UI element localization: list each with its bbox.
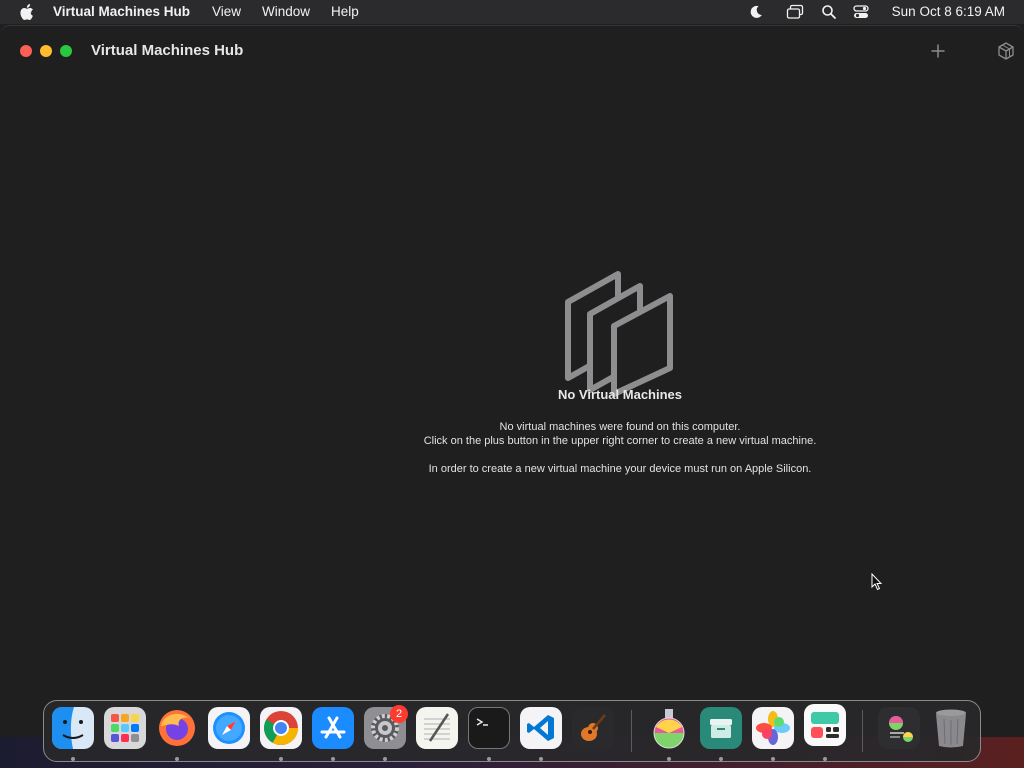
dock-trash[interactable] (930, 707, 972, 749)
running-indicator (331, 757, 335, 761)
virtual-machines-stack-icon (565, 271, 673, 397)
terminal-icon (476, 718, 488, 726)
menu-clock[interactable]: Sun Oct 8 6:19 AM (892, 4, 1005, 20)
empty-state-message-line2: Click on the plus button in the upper ri… (423, 435, 817, 447)
dock-chrome[interactable] (260, 707, 302, 749)
safari-icon (213, 712, 245, 744)
dock-safari[interactable] (208, 707, 250, 749)
empty-state-title: No Virtual Machines (557, 387, 682, 402)
dock-widgets[interactable] (804, 704, 846, 746)
mouse-pointer-icon (871, 573, 883, 591)
running-indicator (719, 757, 723, 761)
dock-garageband[interactable] (572, 707, 614, 749)
trash-icon (936, 709, 966, 748)
menu-window[interactable]: Window (262, 4, 310, 20)
dock-stack[interactable] (878, 707, 920, 749)
zoom-window-button[interactable] (60, 45, 72, 57)
running-indicator (279, 757, 283, 761)
running-indicator (539, 757, 543, 761)
window-title: Virtual Machines Hub (91, 42, 244, 59)
potion-flask-icon (653, 709, 685, 749)
menu-help[interactable]: Help (331, 4, 359, 20)
running-indicator (667, 757, 671, 761)
close-window-button[interactable] (20, 45, 32, 57)
dock-terminal[interactable] (468, 707, 510, 749)
plus-icon[interactable] (928, 41, 948, 61)
empty-state-message-line1: No virtual machines were found on this c… (499, 421, 741, 433)
guitar-icon (581, 714, 606, 741)
empty-state-requirement-note: In order to create a new virtual machine… (428, 463, 812, 475)
dock-finder[interactable] (52, 707, 94, 749)
photos-icon (756, 711, 790, 745)
dock (43, 700, 981, 762)
menu-view[interactable]: View (212, 4, 241, 20)
dock-separator (862, 710, 863, 752)
dock-archive[interactable] (700, 707, 742, 749)
menu-bar: Virtual Machines Hub View Window Help Su… (0, 0, 1024, 24)
dock-photos[interactable] (752, 707, 794, 749)
cube-icon[interactable] (996, 41, 1016, 61)
running-indicator (487, 757, 491, 761)
dock-separator (631, 710, 632, 752)
screen-mirroring-icon[interactable] (786, 4, 804, 20)
app-store-icon (320, 716, 346, 739)
running-indicator (175, 757, 179, 761)
running-indicator (771, 757, 775, 761)
firefox-icon (159, 710, 195, 746)
apple-logo-icon[interactable] (18, 3, 34, 21)
minimize-window-button[interactable] (40, 45, 52, 57)
textedit-icon (424, 713, 450, 742)
archive-box-icon (710, 719, 732, 738)
app-window: Virtual Machines Hub (0, 25, 1024, 737)
control-center-icon[interactable] (853, 4, 869, 20)
dock-firefox[interactable] (156, 707, 198, 749)
running-indicator (383, 757, 387, 761)
title-bar: Virtual Machines Hub (0, 26, 1024, 78)
stack-folder-icon (889, 716, 913, 742)
moon-icon[interactable] (748, 4, 764, 20)
dock-textedit[interactable] (416, 707, 458, 749)
dock-vscode[interactable] (520, 707, 562, 749)
search-icon[interactable] (821, 4, 837, 20)
finder-icon (52, 707, 94, 749)
dock-app-store[interactable] (312, 707, 354, 749)
dock-launchpad[interactable] (104, 707, 146, 749)
vscode-icon (527, 715, 554, 741)
menu-app-name[interactable]: Virtual Machines Hub (53, 4, 190, 20)
widgets-icon (811, 712, 839, 738)
chrome-icon (264, 711, 298, 745)
running-indicator (823, 757, 827, 761)
dock-potion[interactable] (648, 707, 690, 749)
launchpad-icon (111, 714, 139, 742)
notification-badge: 2 (390, 705, 408, 723)
running-indicator (71, 757, 75, 761)
